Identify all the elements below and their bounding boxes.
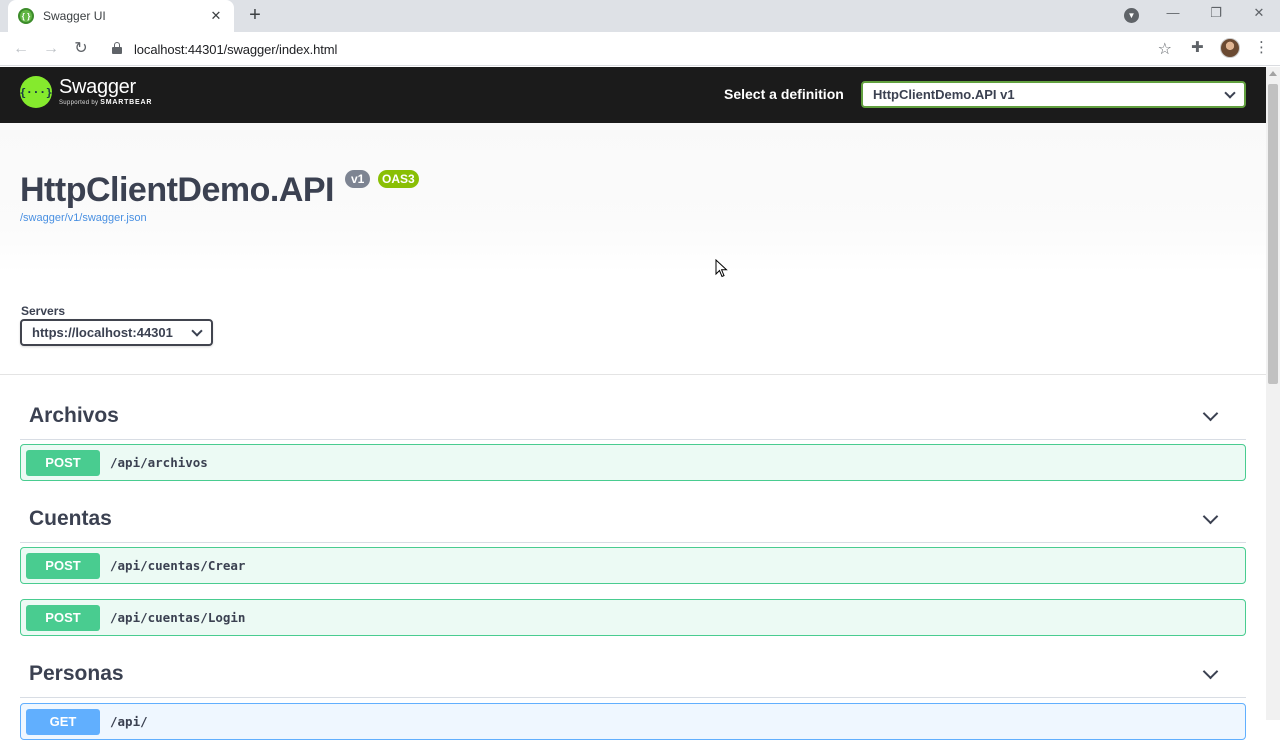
chevron-down-icon bbox=[191, 324, 203, 337]
oas-badge: OAS3 bbox=[378, 170, 419, 188]
servers-select[interactable]: https://localhost:44301 bbox=[20, 319, 213, 346]
tag-personas[interactable]: Personas bbox=[20, 651, 1246, 698]
tag-name: Personas bbox=[29, 662, 124, 685]
minimize-icon[interactable]: — bbox=[1163, 5, 1183, 20]
servers-section: Servers https://localhost:44301 bbox=[0, 273, 1266, 375]
window-close-icon[interactable]: ✕ bbox=[1249, 5, 1269, 21]
method-badge: POST bbox=[26, 604, 100, 631]
browser-tab-strip: { } Swagger UI ✕ + ▼ — ❐ ✕ bbox=[0, 0, 1280, 32]
scroll-thumb[interactable] bbox=[1268, 84, 1278, 384]
chevron-down-icon[interactable] bbox=[1202, 663, 1219, 679]
logo-subtitle: Supported by SMARTBEAR bbox=[59, 99, 153, 106]
tag-name: Cuentas bbox=[29, 507, 112, 530]
chevron-down-icon[interactable] bbox=[1202, 405, 1219, 421]
browser-toolbar: ← → ↻ localhost:44301/swagger/index.html… bbox=[0, 32, 1280, 66]
operation-post-cuentas-login[interactable]: POST /api/cuentas/Login bbox=[20, 599, 1246, 636]
browser-menu-icon[interactable]: ⋮ bbox=[1254, 38, 1269, 56]
spec-json-link[interactable]: /swagger/v1/swagger.json bbox=[20, 212, 147, 224]
address-bar[interactable]: localhost:44301/swagger/index.html ☆ bbox=[100, 35, 1180, 63]
tag-name: Archivos bbox=[29, 404, 119, 427]
url-text[interactable]: localhost:44301/swagger/index.html bbox=[134, 42, 337, 57]
page-scrollbar[interactable] bbox=[1266, 67, 1280, 720]
chevron-down-icon[interactable] bbox=[1202, 508, 1219, 524]
operation-get-personas[interactable]: GET /api/ bbox=[20, 703, 1246, 740]
new-tab-button[interactable]: + bbox=[244, 5, 266, 27]
back-arrow-icon[interactable]: ← bbox=[10, 38, 32, 60]
browser-tab[interactable]: { } Swagger UI ✕ bbox=[8, 0, 234, 32]
logo-name: Swagger bbox=[59, 76, 136, 98]
method-badge: POST bbox=[26, 552, 100, 579]
swagger-topbar: {···} Swagger Supported by SMARTBEAR Sel… bbox=[0, 67, 1266, 123]
chevron-down-icon bbox=[1224, 86, 1236, 99]
tag-cuentas[interactable]: Cuentas bbox=[20, 496, 1246, 543]
operation-post-archivos[interactable]: POST /api/archivos bbox=[20, 444, 1246, 481]
tab-search-icon[interactable]: ▼ bbox=[1124, 8, 1139, 23]
operation-path: /api/cuentas/Login bbox=[110, 610, 246, 625]
restore-icon[interactable]: ❐ bbox=[1206, 5, 1226, 21]
forward-arrow-icon[interactable]: → bbox=[40, 38, 62, 60]
tab-close-icon[interactable]: ✕ bbox=[208, 8, 224, 24]
operation-path: /api/ bbox=[110, 714, 148, 729]
definition-value: HttpClientDemo.API v1 bbox=[873, 87, 1015, 102]
bookmark-star-icon[interactable]: ☆ bbox=[1158, 39, 1172, 59]
tag-archivos[interactable]: Archivos bbox=[20, 393, 1246, 440]
api-info: HttpClientDemo.API v1 OAS3 /swagger/v1/s… bbox=[0, 123, 1266, 273]
operation-path: /api/archivos bbox=[110, 455, 208, 470]
tab-title: Swagger UI bbox=[43, 9, 106, 23]
swagger-logo[interactable]: {···} Swagger Supported by SMARTBEAR bbox=[19, 76, 153, 108]
scroll-up-arrow-icon[interactable] bbox=[1269, 71, 1277, 76]
page-title: HttpClientDemo.API bbox=[20, 171, 335, 209]
operation-path: /api/cuentas/Crear bbox=[110, 558, 246, 573]
profile-avatar[interactable] bbox=[1220, 38, 1240, 58]
swagger-favicon-icon: { } bbox=[18, 8, 34, 24]
method-badge: GET bbox=[26, 708, 100, 735]
lock-icon bbox=[112, 42, 122, 54]
servers-label: Servers bbox=[21, 304, 66, 318]
extensions-puzzle-icon[interactable]: ✚ bbox=[1191, 38, 1204, 56]
definition-label: Select a definition bbox=[724, 86, 844, 102]
mouse-cursor-icon bbox=[715, 259, 728, 278]
definition-select[interactable]: HttpClientDemo.API v1 bbox=[861, 81, 1246, 108]
servers-value: https://localhost:44301 bbox=[32, 325, 173, 340]
version-badge: v1 bbox=[345, 170, 371, 188]
swagger-logo-icon: {···} bbox=[19, 76, 53, 108]
reload-icon[interactable]: ↻ bbox=[70, 38, 92, 60]
operation-post-cuentas-crear[interactable]: POST /api/cuentas/Crear bbox=[20, 547, 1246, 584]
method-badge: POST bbox=[26, 449, 100, 476]
